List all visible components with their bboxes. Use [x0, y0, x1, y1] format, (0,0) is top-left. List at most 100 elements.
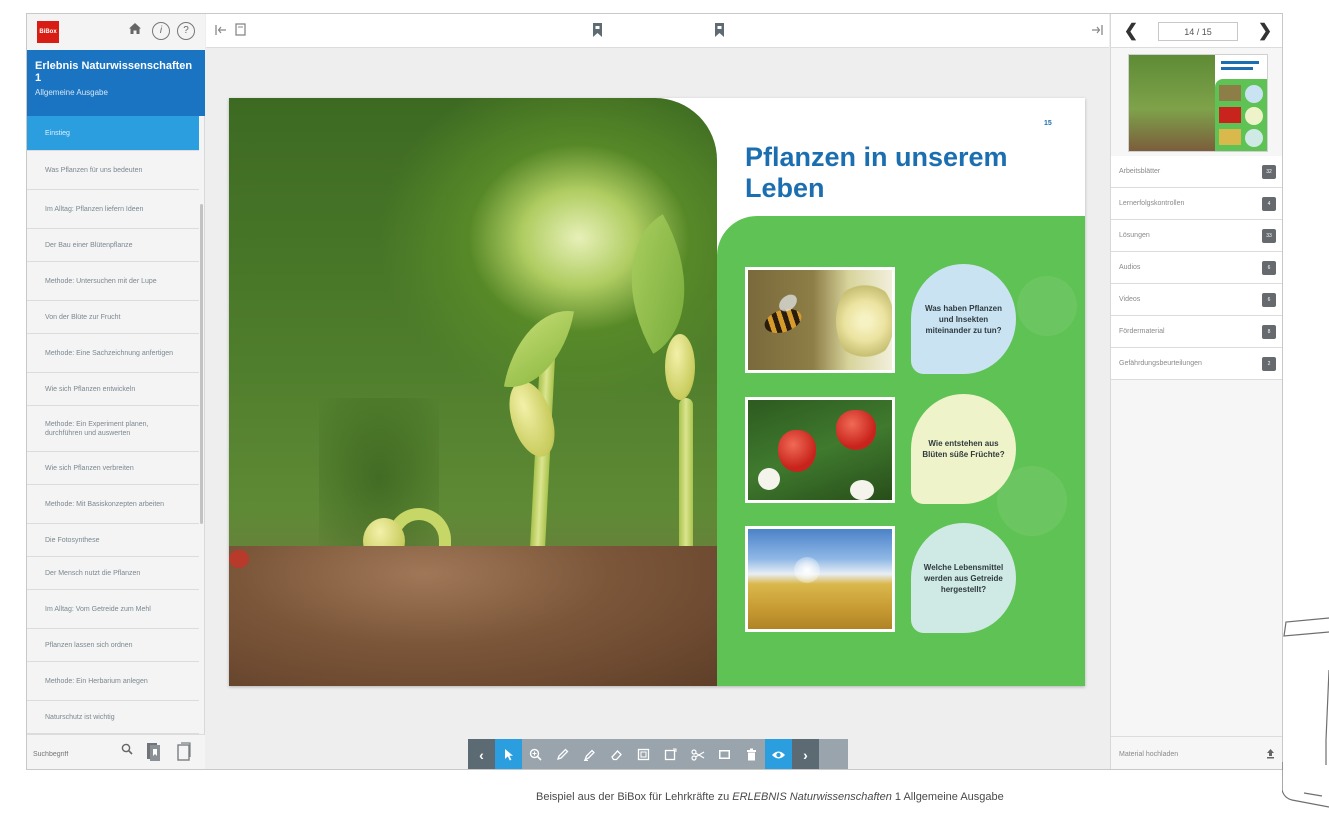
book-title: Erlebnis Naturwissenschaften 1	[35, 60, 193, 84]
count-badge: 2	[1262, 356, 1276, 371]
page-preview-thumbnail[interactable]	[1128, 54, 1268, 152]
bookmark-right-icon[interactable]	[712, 23, 726, 39]
textbox-icon[interactable]	[630, 739, 657, 769]
toc-scrollbar[interactable]	[200, 204, 203, 524]
toc-item[interactable]: Naturschutz ist wichtig	[27, 701, 199, 734]
toc-item-label: Wie sich Pflanzen entwickeln	[45, 385, 136, 393]
material-item-loesungen[interactable]: Lösungen 33	[1111, 220, 1282, 252]
toc-item[interactable]: Wie sich Pflanzen verbreiten	[27, 452, 199, 485]
toc-item-label: Von der Blüte zur Frucht	[45, 313, 121, 321]
toc-item-label: Naturschutz ist wichtig	[45, 713, 115, 721]
toc-item[interactable]: Pflanzen lassen sich ordnen	[27, 629, 199, 662]
count-badge: 32	[1262, 164, 1276, 179]
bibox-window: BiBox i ? Erlebnis Naturwissenschaften 1…	[26, 13, 1283, 770]
next-page-button[interactable]: ›	[792, 739, 819, 769]
search-input[interactable]	[33, 747, 103, 761]
toc-item[interactable]: Methode: Ein Herbarium anlegen	[27, 662, 199, 701]
bibox-logo[interactable]: BiBox	[37, 21, 59, 43]
material-panel: ❮ ❯ Arbeitsblätter 32 Lernerfolgskontroll…	[1110, 14, 1282, 769]
book-spread: 15 Pflanzen in unserem Leben Was haben P…	[229, 98, 1085, 686]
screen-icon[interactable]	[711, 739, 738, 769]
book-subtitle: Allgemeine Ausgabe	[35, 88, 108, 97]
toc-item[interactable]: Von der Blüte zur Frucht	[27, 301, 199, 334]
questions-panel: Was haben Pflanzen und Insekten miteinan…	[717, 216, 1085, 686]
material-item-gefaehrdungsbeurteilungen[interactable]: Gefährdungsbeurteilungen 2	[1111, 348, 1282, 380]
bookmarks-icon[interactable]	[145, 741, 161, 763]
sidebar-footer	[27, 734, 205, 769]
count-badge: 6	[1262, 260, 1276, 275]
count-badge: 33	[1262, 228, 1276, 243]
toc-item-label: Was Pflanzen für uns bedeuten	[45, 166, 143, 174]
question-bubble-1: Was haben Pflanzen und Insekten miteinan…	[911, 264, 1016, 374]
toc-item[interactable]: Methode: Mit Basiskonzepten arbeiten	[27, 485, 199, 524]
delete-icon[interactable]	[738, 739, 765, 769]
caption: Beispiel aus der BiBox für Lehrkräfte zu…	[536, 791, 1004, 803]
material-item-audios[interactable]: Audios 6	[1111, 252, 1282, 284]
toc-item[interactable]: Der Bau einer Blütenpflanze	[27, 229, 199, 262]
seedling-photo	[229, 98, 717, 686]
info-icon[interactable]: i	[152, 22, 170, 40]
toc-item[interactable]: Methode: Untersuchen mit der Lupe	[27, 262, 199, 301]
toc-item-label: Im Alltag: Vom Getreide zum Mehl	[45, 605, 151, 613]
toc-item-label: Die Fotosynthese	[45, 536, 100, 544]
caption-prefix: Beispiel aus der BiBox für Lehrkräfte zu	[536, 791, 733, 803]
help-icon[interactable]: ?	[177, 22, 195, 40]
caption-title: ERLEBNIS Naturwissenschaften	[732, 791, 892, 803]
material-list: Arbeitsblätter 32 Lernerfolgskontrollen 4 …	[1111, 156, 1282, 380]
toc-item-label: Der Bau einer Blütenpflanze	[45, 241, 133, 249]
page-number-input[interactable]	[1158, 22, 1238, 41]
toc-item[interactable]: Die Fotosynthese	[27, 524, 199, 557]
page-view-icon[interactable]	[233, 23, 247, 39]
collapse-sidebar-icon[interactable]	[214, 23, 228, 39]
toc-item[interactable]: Wie sich Pflanzen entwickeln	[27, 373, 199, 406]
zoom-icon[interactable]	[522, 739, 549, 769]
pen-icon[interactable]	[549, 739, 576, 769]
prev-arrow-icon[interactable]: ❮	[1121, 20, 1141, 42]
pointer-icon[interactable]	[495, 739, 522, 769]
upload-icon[interactable]	[1266, 748, 1275, 761]
caption-suffix: 1 Allgemeine Ausgabe	[891, 791, 1004, 803]
page-mark: 15	[1044, 120, 1052, 127]
collapse-rightpanel-icon[interactable]	[1090, 23, 1104, 39]
material-item-foerdermaterial[interactable]: Fördermaterial 8	[1111, 316, 1282, 348]
toc-item-label: Methode: Untersuchen mit der Lupe	[45, 277, 157, 285]
question-bubble-3: Welche Lebensmittel werden aus Getreide …	[911, 523, 1016, 633]
toc-item[interactable]: Methode: Ein Experiment planen, durchfüh…	[27, 406, 199, 452]
book-header[interactable]: Erlebnis Naturwissenschaften 1 Allgemein…	[27, 50, 205, 116]
notes-icon[interactable]	[175, 741, 193, 763]
toc-item[interactable]: Im Alltag: Vom Getreide zum Mehl	[27, 590, 199, 629]
visibility-icon[interactable]	[765, 739, 792, 769]
toc-item-einstieg[interactable]: Einstieg	[27, 116, 199, 151]
prev-page-button[interactable]: ‹	[468, 739, 495, 769]
note-icon[interactable]	[657, 739, 684, 769]
material-item-videos[interactable]: Videos 6	[1111, 284, 1282, 316]
material-label: Arbeitsblätter	[1119, 168, 1161, 175]
viewer-toolbar	[206, 14, 1109, 48]
bookmark-left-icon[interactable]	[590, 23, 604, 39]
count-badge: 6	[1262, 292, 1276, 307]
home-icon[interactable]	[126, 22, 144, 40]
toc-item-label: Im Alltag: Pflanzen liefern Ideen	[45, 205, 144, 213]
sidebar-header: BiBox i ?	[27, 14, 205, 50]
highlighter-icon[interactable]	[576, 739, 603, 769]
toc-item[interactable]: Methode: Eine Sachzeichnung anfertigen	[27, 334, 199, 373]
toc-item[interactable]: Was Pflanzen für uns bedeuten	[27, 151, 199, 190]
table-of-contents: Einstieg Was Pflanzen für uns bedeuten I…	[27, 116, 199, 734]
material-label: Fördermaterial	[1119, 328, 1165, 335]
count-badge: 8	[1262, 324, 1276, 339]
scissors-icon[interactable]	[684, 739, 711, 769]
toc-item-label: Wie sich Pflanzen verbreiten	[45, 464, 134, 472]
upload-bar[interactable]: Material hochladen	[1111, 736, 1282, 769]
chapter-page: 15 Pflanzen in unserem Leben Was haben P…	[717, 98, 1085, 686]
toc-item[interactable]: Im Alltag: Pflanzen liefern Ideen	[27, 190, 199, 229]
count-badge: 4	[1262, 196, 1276, 211]
eraser-icon[interactable]	[603, 739, 630, 769]
material-item-arbeitsblaetter[interactable]: Arbeitsblätter 32	[1111, 156, 1282, 188]
soil	[229, 546, 717, 686]
tablet-frame-decoration	[1282, 617, 1329, 808]
next-arrow-icon[interactable]: ❯	[1255, 20, 1275, 42]
toc-item[interactable]: Der Mensch nutzt die Pflanzen	[27, 557, 199, 590]
search-icon[interactable]	[119, 743, 135, 759]
material-item-lernerfolgskontrollen[interactable]: Lernerfolgskontrollen 4	[1111, 188, 1282, 220]
toc-item-label: Methode: Eine Sachzeichnung anfertigen	[45, 349, 174, 357]
